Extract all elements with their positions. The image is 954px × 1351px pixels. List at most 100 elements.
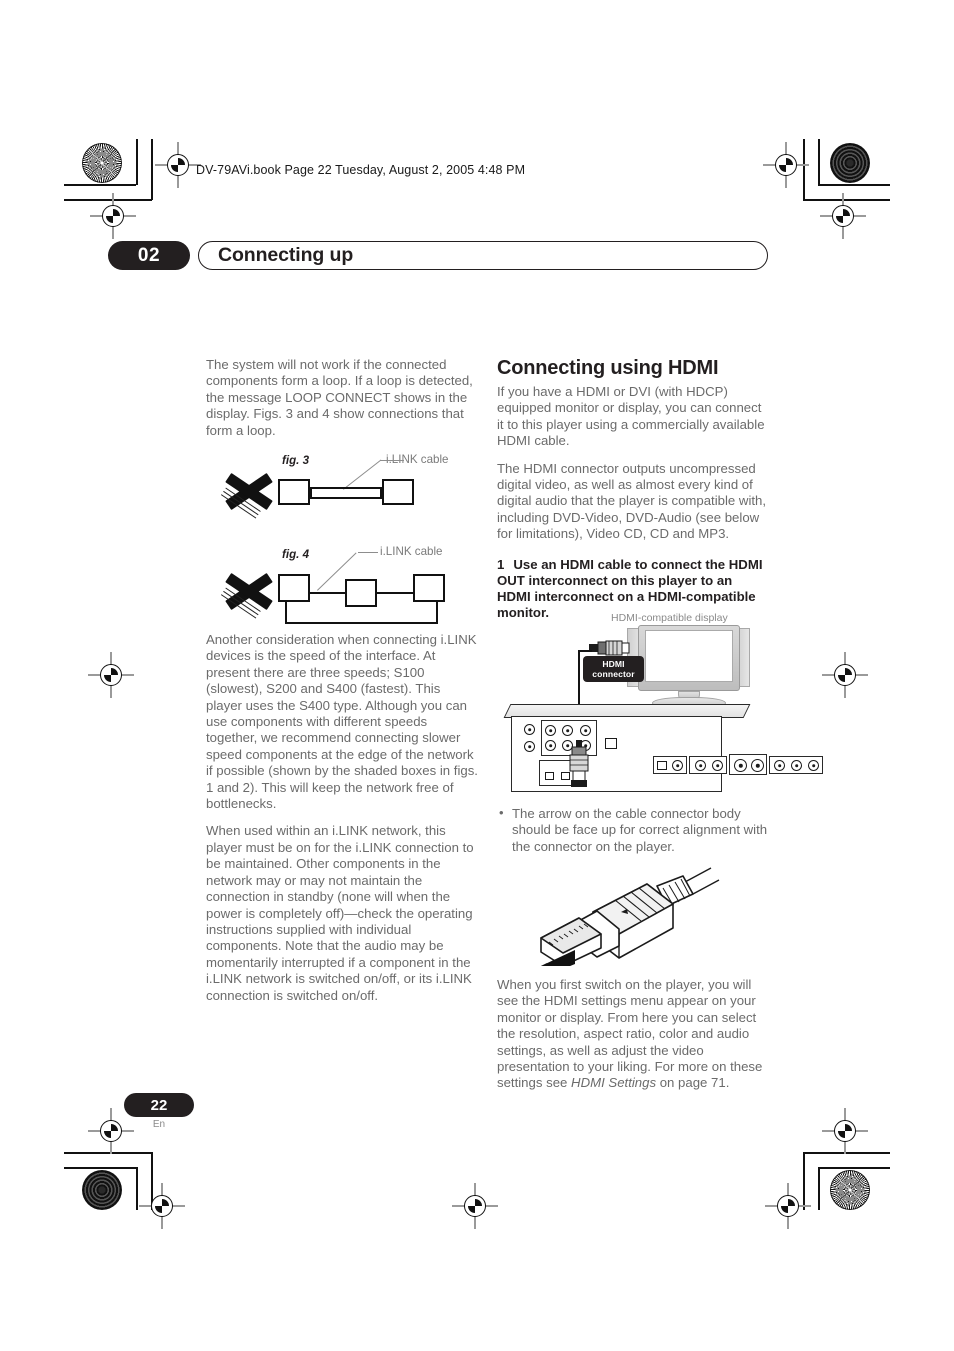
hdmi-display-caption: HDMI-compatible display <box>611 612 728 624</box>
section-heading: Connecting using HDMI <box>497 357 719 379</box>
right-text-column-final: When you first switch on the player, you… <box>497 977 769 1103</box>
component-video-out-group <box>769 756 823 774</box>
left-paragraph-1: The system will not work if the connecte… <box>206 357 473 438</box>
hdmi-connector-callout-line1: HDMI <box>602 659 625 669</box>
video-out-jack-2 <box>712 760 723 771</box>
trim-mark-top-left-h <box>64 184 136 186</box>
registration-cross-mid-left <box>88 652 134 698</box>
s-video-jack-1 <box>734 759 747 772</box>
page-number-badge: 22 <box>124 1093 194 1117</box>
player-side-edge <box>511 716 523 792</box>
figure-4-device-1 <box>278 574 310 602</box>
registration-cross-upper-right-side <box>820 193 866 239</box>
registration-rosette-bottom-left <box>82 1170 122 1210</box>
coaxial-digital-out <box>672 760 683 771</box>
trim-mark-bottom-left-h2 <box>64 1167 136 1169</box>
rca-jack-1 <box>524 724 535 735</box>
figure-3-device-right <box>382 479 414 505</box>
tv-screen <box>645 630 733 682</box>
registration-cross-top-left <box>155 142 201 188</box>
right-paragraph-2: The HDMI connector outputs uncompressed … <box>497 460 767 542</box>
figure-3-leader-line <box>343 459 382 490</box>
left-paragraph-2: Another consideration when connecting i.… <box>206 632 478 812</box>
figure-4-label: fig. 4 <box>282 548 310 561</box>
s-video-jack-2 <box>751 759 764 772</box>
trim-mark-top-right-v <box>818 139 820 185</box>
audio-jack-surround-l <box>562 725 573 736</box>
figure-4-loop-bottom <box>285 622 438 624</box>
figure-4-device-2 <box>345 579 377 607</box>
trim-mark-top-left-v <box>136 139 138 185</box>
figure-4-cable-2-3 <box>377 592 413 594</box>
step-1-text: Use an HDMI cable to connect the HDMI OU… <box>497 556 763 621</box>
chapter-number-badge: 02 <box>108 241 190 270</box>
bullet-item-1: The arrow on the cable connector body sh… <box>497 805 769 855</box>
registration-cross-bottom-left <box>139 1183 185 1229</box>
figure-4-cable-1-2 <box>310 592 345 594</box>
figure-4-loop-left <box>285 602 287 624</box>
hdmi-settings-reference: HDMI Settings <box>571 1075 657 1091</box>
figure-3-leader-line-horizontal <box>380 460 404 462</box>
right-text-column: Connecting using HDMI If you have a HDMI… <box>497 357 769 631</box>
step-1-number: 1 <box>497 556 505 572</box>
registration-cross-lower-right-side <box>822 1108 868 1154</box>
component-pb-jack <box>791 760 802 771</box>
registration-cross-bottom-right <box>765 1183 811 1229</box>
figure-4: fig. 4 i.LINK cable <box>206 542 482 628</box>
registration-cross-top-right <box>763 142 809 188</box>
trim-mark-top-left-v2 <box>151 139 153 200</box>
ilink-port-a <box>545 772 554 780</box>
figure-3-cable-end-left <box>310 487 312 499</box>
figure-4-leader-line-horizontal <box>358 552 378 554</box>
component-y-jack <box>774 760 785 771</box>
registration-cross-lower-left-side <box>88 1108 134 1154</box>
figure-3-cable-bottom <box>310 497 382 499</box>
right-paragraph-1: If you have a HDMI or DVI (with HDCP) eq… <box>497 384 765 449</box>
optical-digital-out <box>657 761 667 770</box>
figure-3-cable-end-right <box>380 487 382 499</box>
trim-mark-bottom-left-v2 <box>136 1167 138 1210</box>
figure-4-device-3 <box>413 574 445 602</box>
registration-rosette-top-right <box>830 143 870 183</box>
trim-mark-top-right-h <box>818 184 890 186</box>
left-paragraph-3: When used within an i.LINK network, this… <box>206 823 474 1003</box>
hdmi-connector-callout-line2: connector <box>592 669 635 679</box>
digital-out-group <box>653 756 687 774</box>
right-paragraph-3: When you first switch on the player, you… <box>497 977 769 1092</box>
right-paragraph-3-part-a: When you first switch on the player, you… <box>497 977 763 1091</box>
figure-3: fig. 3 i.LINK cable <box>206 450 482 530</box>
registration-cross-bottom-center <box>452 1183 498 1229</box>
component-pr-jack <box>808 760 819 771</box>
page-title: Connecting up <box>218 244 354 266</box>
figure-3-device-left <box>278 479 310 505</box>
hdmi-plug-at-player <box>567 740 591 795</box>
right-paragraph-3-part-b: on page 71. <box>656 1075 730 1091</box>
rca-jack-2 <box>524 741 535 752</box>
trim-mark-bottom-right-v2 <box>818 1167 820 1210</box>
figure-3-label: fig. 3 <box>282 454 310 467</box>
audio-jack-front-r <box>545 740 556 751</box>
registration-cross-mid-right <box>822 652 868 698</box>
audio-jack-center <box>580 725 591 736</box>
hdmi-connection-diagram: HDMI-compatible display HDMI connector <box>497 612 823 802</box>
hdmi-connector-callout: HDMI connector <box>583 656 644 682</box>
invalid-x-icon-fig4 <box>220 562 276 619</box>
figure-4-cable-label: i.LINK cable <box>380 545 443 558</box>
left-text-column-continued: Another consideration when connecting i.… <box>206 632 478 1015</box>
audio-jack-front-l <box>545 725 556 736</box>
registration-cross-upper-left-side <box>90 193 136 239</box>
page-language-code: En <box>152 1119 166 1130</box>
registration-rosette-bottom-right <box>830 1170 870 1210</box>
trim-mark-bottom-right-h2 <box>818 1167 890 1169</box>
figure-4-loop-right <box>436 602 438 624</box>
right-text-column-bullet: The arrow on the cable connector body sh… <box>497 805 769 866</box>
registration-rosette-top-left <box>82 143 122 183</box>
hdmi-cable-elbow <box>578 650 592 653</box>
running-head: DV-79AVi.book Page 22 Tuesday, August 2,… <box>196 163 526 177</box>
video-out-jack-1 <box>695 760 706 771</box>
left-text-column: The system will not work if the connecte… <box>206 357 478 450</box>
figure-3-cable-top <box>310 487 382 489</box>
hdmi-plug-closeup-illustration <box>497 866 727 978</box>
s-video-group <box>729 754 767 775</box>
hdmi-out-port <box>605 738 617 749</box>
